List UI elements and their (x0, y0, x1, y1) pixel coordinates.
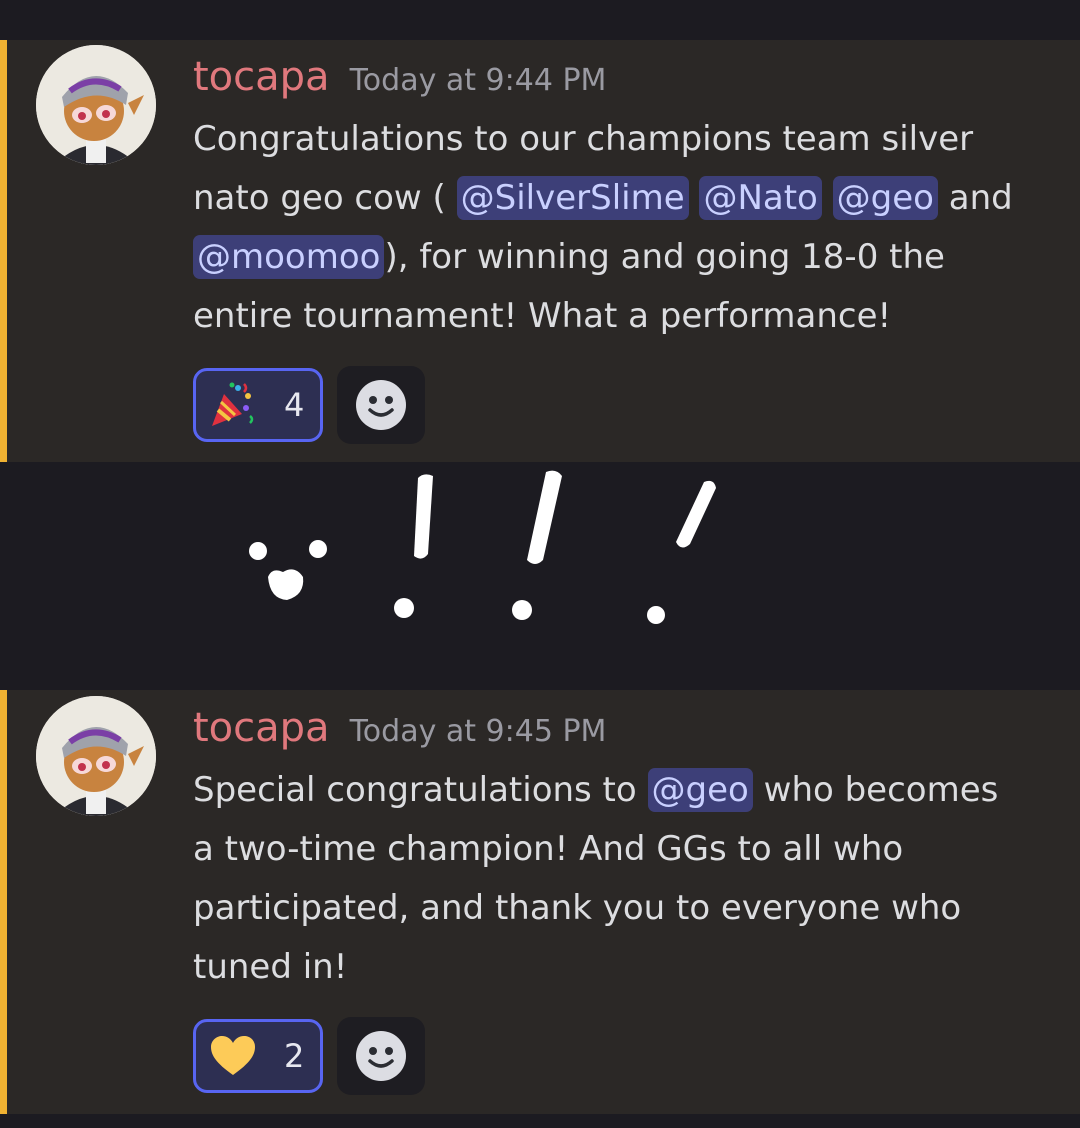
smiley-icon (355, 379, 407, 435)
text-fragment: Special congratulations to (193, 770, 648, 810)
message-content: Congratulations to our champions team si… (193, 110, 1053, 346)
text-line: entire tournament! What a performance! (193, 296, 892, 336)
highlight-bar (0, 40, 7, 462)
text-line: nato geo cow ( @SilverSlime @Nato @geo a… (193, 169, 1053, 228)
author-name[interactable]: tocapa (193, 705, 330, 751)
author-name[interactable]: tocapa (193, 54, 330, 100)
timestamp[interactable]: Today at 9:44 PM (350, 63, 607, 98)
add-reaction-button[interactable] (337, 1017, 425, 1095)
message-2: tocapa Today at 9:45 PM Special congratul… (0, 690, 1080, 1114)
hand-drawn-doodle (249, 470, 716, 624)
text-fragment: who becomes (752, 770, 999, 810)
timestamp[interactable]: Today at 9:45 PM (350, 714, 607, 749)
highlight-bar (0, 690, 7, 1114)
avatar[interactable] (36, 45, 156, 165)
message-content: Special congratulations to @geo who beco… (193, 761, 1053, 997)
reaction-yellow-heart[interactable]: 2 (193, 1019, 323, 1093)
text-line: tuned in! (193, 947, 348, 987)
mention-moomoo[interactable]: @moomoo (193, 235, 385, 279)
text-fragment: nato geo cow ( (193, 178, 457, 218)
mention-geo[interactable]: @geo (832, 176, 938, 220)
yellow-heart-icon (210, 1035, 256, 1081)
text-line: Congratulations to our champions team si… (193, 119, 974, 159)
mention-geo[interactable]: @geo (647, 768, 753, 812)
add-reaction-button[interactable] (337, 366, 425, 444)
avatar[interactable] (36, 696, 156, 816)
text-line: @moomoo), for winning and going 18-0 the (193, 228, 1053, 287)
message-1: tocapa Today at 9:44 PM Congratulations t… (0, 40, 1080, 462)
party-popper-icon (208, 380, 256, 434)
reaction-count: 2 (284, 1037, 305, 1075)
reaction-count: 4 (284, 386, 305, 424)
smiley-icon (355, 1030, 407, 1086)
mention-silverslime[interactable]: @SilverSlime (456, 176, 689, 220)
mention-nato[interactable]: @Nato (699, 176, 822, 220)
text-fragment: ), for winning and going 18-0 the (384, 237, 945, 277)
reaction-party-popper[interactable]: 4 (193, 368, 323, 442)
text-line: a two-time champion! And GGs to all who (193, 829, 904, 869)
text-line: Special congratulations to @geo who beco… (193, 761, 1053, 820)
text-fragment: and (937, 178, 1013, 218)
text-line: participated, and thank you to everyone … (193, 888, 962, 928)
